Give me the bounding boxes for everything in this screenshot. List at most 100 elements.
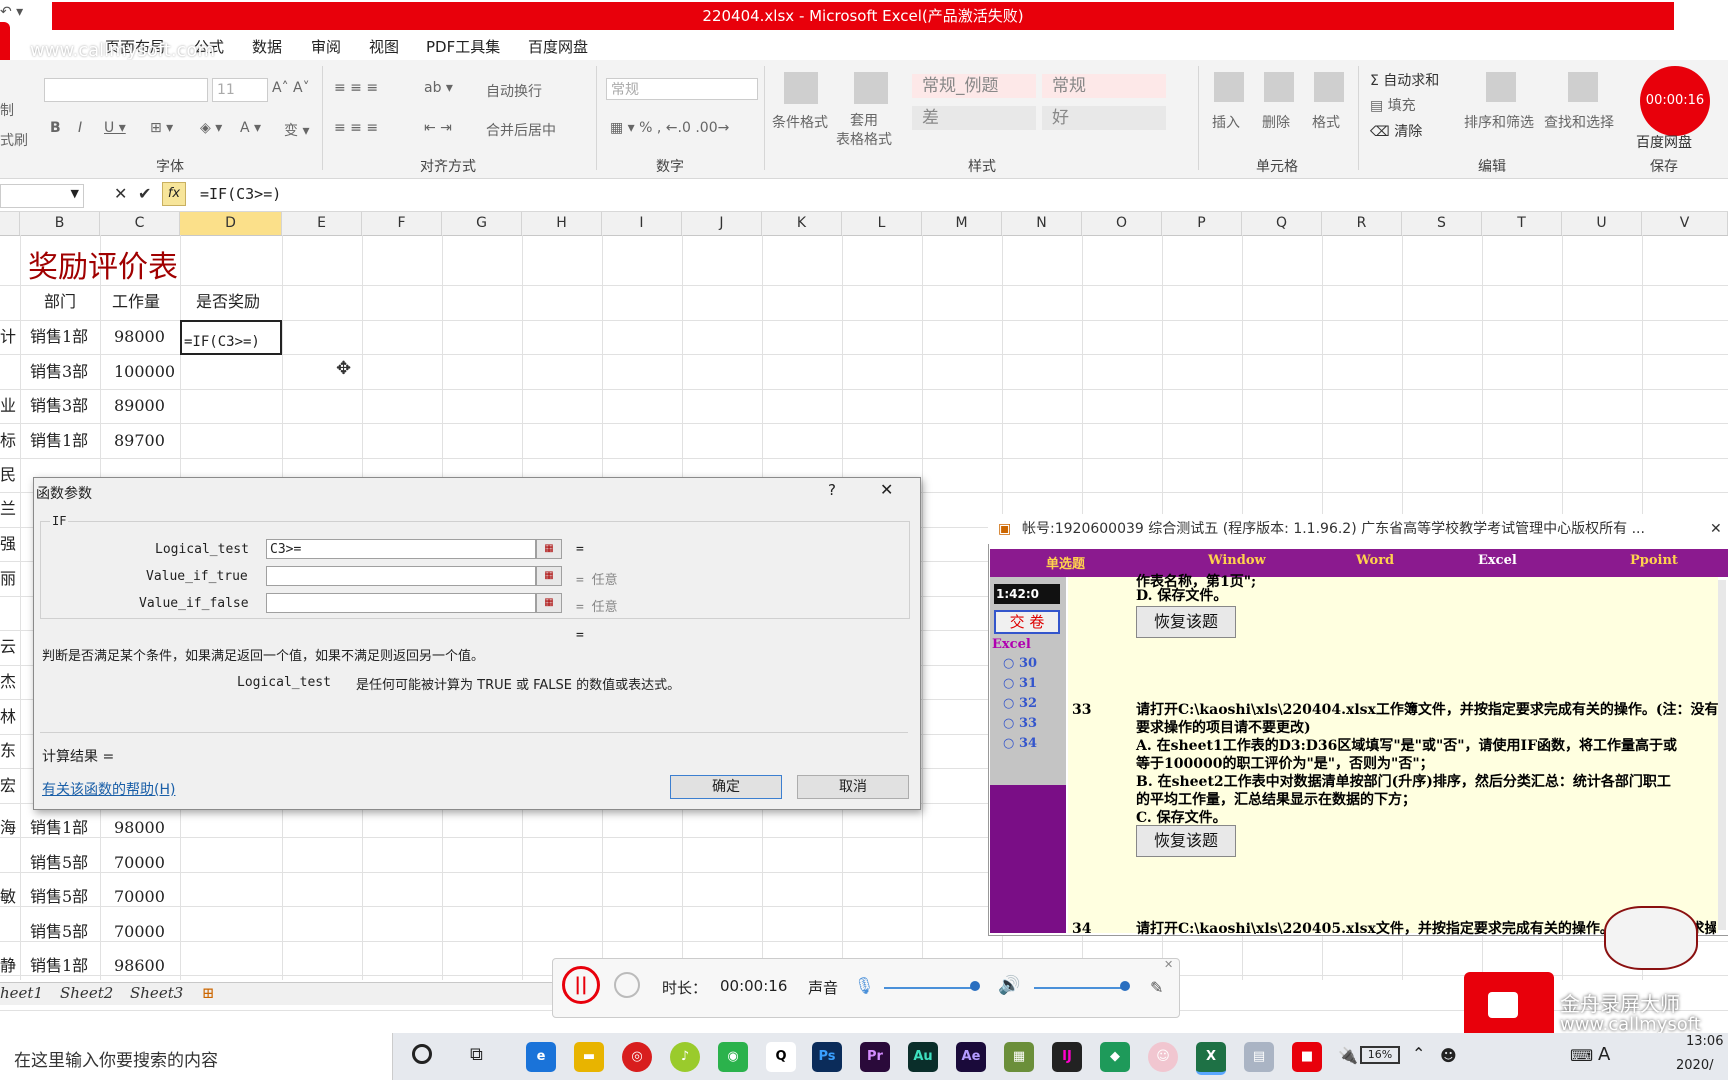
pen-icon[interactable]: ✎ bbox=[1150, 978, 1163, 997]
exam-question-link[interactable]: 33 ○ bbox=[1003, 716, 1037, 731]
restore-question-button[interactable]: 恢复该题 bbox=[1136, 825, 1236, 857]
arg-input-value-if-false[interactable] bbox=[266, 593, 536, 613]
audition-icon[interactable]: Au bbox=[908, 1042, 938, 1072]
restore-question-button[interactable]: 恢复该题 bbox=[1136, 606, 1236, 638]
cell-name-partial[interactable]: 丽 bbox=[0, 562, 16, 596]
menu-review[interactable]: 审阅 bbox=[311, 36, 341, 57]
cell-dept[interactable]: 销售1部 bbox=[30, 320, 88, 354]
column-header-b[interactable]: B bbox=[20, 212, 100, 235]
cell-workload[interactable]: 100000 bbox=[114, 355, 175, 389]
excel-taskbar-icon[interactable]: X bbox=[1196, 1042, 1226, 1075]
green-app-icon[interactable]: ◆ bbox=[1100, 1042, 1130, 1072]
column-header-u[interactable]: U bbox=[1562, 212, 1642, 235]
wrap-text-button[interactable]: 自动换行 bbox=[486, 81, 542, 101]
jetbrains-icon[interactable]: IJ bbox=[1052, 1042, 1082, 1072]
format-button[interactable]: 格式 bbox=[1312, 112, 1340, 132]
italic-button[interactable]: I bbox=[78, 120, 82, 136]
exam-tab-word[interactable]: Word bbox=[1356, 553, 1394, 568]
style-normal-example[interactable]: 常规_例题 bbox=[912, 74, 1036, 98]
mic-volume-slider[interactable] bbox=[884, 987, 978, 989]
dialog-close-button[interactable]: ✕ bbox=[880, 480, 893, 499]
exam-question-link[interactable]: 32 ○ bbox=[1003, 696, 1037, 711]
style-good[interactable]: 好 bbox=[1042, 106, 1166, 130]
exam-question-link[interactable]: 30 ○ bbox=[1003, 656, 1037, 671]
keyboard-icon[interactable]: ⌨ bbox=[1570, 1046, 1593, 1065]
ok-button[interactable]: 确定 bbox=[670, 775, 782, 799]
sheet-tab-2[interactable]: Sheet2 bbox=[60, 984, 113, 1002]
column-header-l[interactable]: L bbox=[842, 212, 922, 235]
arg-input-logical-test[interactable]: C3>= bbox=[266, 539, 536, 559]
column-header-r[interactable]: R bbox=[1322, 212, 1402, 235]
exam-scrollbar[interactable] bbox=[1718, 580, 1726, 930]
exam-close-icon[interactable]: ✕ bbox=[1710, 514, 1722, 544]
collapse-dialog-icon[interactable]: ▦ bbox=[536, 566, 562, 586]
cell-name-partial[interactable]: 民 bbox=[0, 458, 16, 492]
menu-view[interactable]: 视图 bbox=[369, 36, 399, 57]
baidu-save-button[interactable]: 百度网盘 bbox=[1636, 132, 1692, 152]
active-cell-d3[interactable]: =IF(C3>=) bbox=[180, 320, 282, 355]
recording-timer-badge[interactable]: 00:00:16 bbox=[1640, 66, 1710, 136]
recorder-close-icon[interactable]: ✕ bbox=[1164, 958, 1173, 971]
cancel-button[interactable]: 取消 bbox=[797, 775, 909, 799]
microphone-icon[interactable]: 🎙 bbox=[854, 976, 874, 995]
netease-music-icon[interactable]: ◎ bbox=[622, 1042, 652, 1072]
cell-name-partial[interactable]: 兰 bbox=[0, 492, 16, 526]
bold-button[interactable]: B bbox=[50, 120, 61, 136]
column-header-e[interactable]: E bbox=[282, 212, 362, 235]
font-size-select[interactable]: 11 bbox=[212, 78, 268, 102]
border-icon[interactable]: ⊞ ▾ bbox=[150, 120, 173, 136]
style-normal[interactable]: 常规 bbox=[1042, 74, 1166, 98]
column-header-q[interactable]: Q bbox=[1242, 212, 1322, 235]
taskbar-search-box[interactable]: 在这里输入你要搜索的内容 bbox=[0, 1033, 393, 1080]
number-format-select[interactable]: 常规 bbox=[606, 78, 758, 100]
table-format-button[interactable]: 套用 表格格式 bbox=[836, 112, 892, 150]
collapse-dialog-icon[interactable]: ▦ bbox=[536, 593, 562, 613]
column-header-v[interactable]: V bbox=[1642, 212, 1728, 235]
ime-indicator[interactable]: A bbox=[1598, 1044, 1610, 1065]
cell-name-partial[interactable]: 东 bbox=[0, 734, 16, 768]
column-header-f[interactable]: F bbox=[362, 212, 442, 235]
cortana-icon[interactable] bbox=[412, 1044, 432, 1064]
exam-taskbar-icon[interactable]: ▤ bbox=[1244, 1042, 1274, 1072]
clock-date[interactable]: 2020/ bbox=[1676, 1058, 1713, 1073]
column-header-m[interactable]: M bbox=[922, 212, 1002, 235]
column-header-j[interactable]: J bbox=[682, 212, 762, 235]
cell-workload[interactable]: 70000 bbox=[114, 915, 165, 949]
clear-button[interactable]: ⌫ 清除 bbox=[1370, 121, 1422, 141]
style-bad[interactable]: 差 bbox=[912, 106, 1036, 130]
tray-app-icon[interactable]: ☻ bbox=[1440, 1046, 1457, 1065]
cell-name-partial[interactable]: 静 bbox=[0, 949, 16, 983]
submit-exam-button[interactable]: 交 卷 bbox=[994, 610, 1060, 634]
cell-name-partial[interactable]: 标 bbox=[0, 424, 16, 458]
pause-recording-button[interactable]: || bbox=[562, 966, 600, 1004]
column-header-n[interactable]: N bbox=[1002, 212, 1082, 235]
column-header-s[interactable]: S bbox=[1402, 212, 1482, 235]
edge-icon[interactable]: e bbox=[526, 1042, 556, 1072]
battery-indicator[interactable]: 16% bbox=[1360, 1046, 1400, 1064]
collapse-dialog-icon[interactable]: ▦ bbox=[536, 539, 562, 559]
font-family-select[interactable] bbox=[44, 78, 208, 102]
column-header-h[interactable]: H bbox=[522, 212, 602, 235]
avatar-app-icon[interactable]: ☺ bbox=[1148, 1042, 1178, 1072]
cell-dept[interactable]: 销售5部 bbox=[30, 915, 88, 949]
arg-input-value-if-true[interactable] bbox=[266, 566, 536, 586]
sheet-tab-1[interactable]: heet1 bbox=[0, 984, 43, 1002]
after-effects-icon[interactable]: Ae bbox=[956, 1042, 986, 1072]
minecraft-icon[interactable]: ▦ bbox=[1004, 1042, 1034, 1072]
column-header-p[interactable]: P bbox=[1162, 212, 1242, 235]
task-view-icon[interactable]: ⧉ bbox=[470, 1044, 483, 1065]
conditional-format-button[interactable]: 条件格式 bbox=[772, 112, 828, 132]
cell-name-partial[interactable]: 敏 bbox=[0, 880, 16, 914]
cell-workload[interactable]: 70000 bbox=[114, 880, 165, 914]
merge-center-button[interactable]: 合并后居中 bbox=[486, 120, 556, 140]
cell-dept[interactable]: 销售1部 bbox=[30, 424, 88, 458]
cell-workload[interactable]: 89700 bbox=[114, 424, 165, 458]
cell-name-partial[interactable]: 宏 bbox=[0, 769, 16, 803]
recorder-taskbar-icon[interactable]: ■ bbox=[1292, 1042, 1322, 1072]
cell-workload[interactable]: 98000 bbox=[114, 811, 165, 845]
cell-name-partial[interactable]: 业 bbox=[0, 389, 16, 423]
insert-button[interactable]: 插入 bbox=[1212, 112, 1240, 132]
function-help-link[interactable]: 有关该函数的帮助(H) bbox=[42, 779, 175, 799]
cell-dept[interactable]: 销售1部 bbox=[30, 811, 88, 845]
dialog-help-button[interactable]: ? bbox=[828, 481, 836, 499]
